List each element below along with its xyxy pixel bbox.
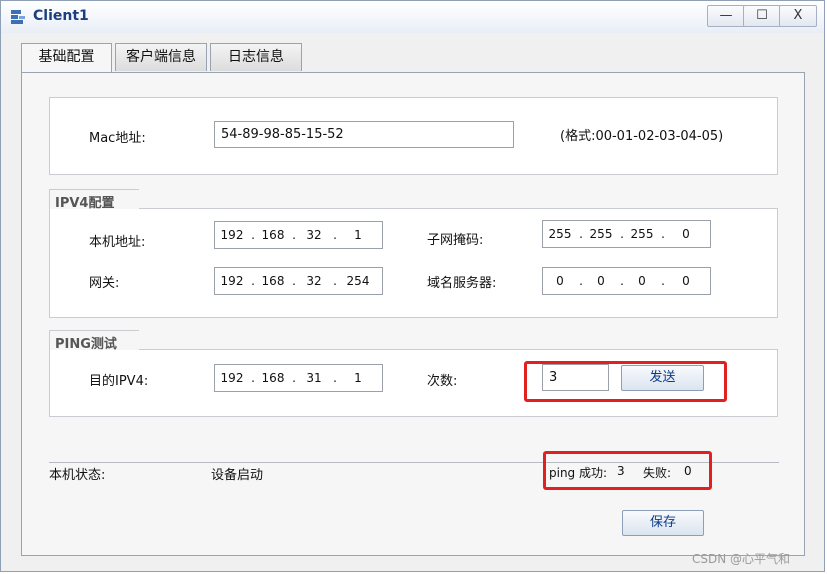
ip-dot: . [661, 227, 665, 241]
ip-dot: . [333, 228, 337, 242]
device-status-label: 本机状态: [49, 468, 106, 483]
basic-config-panel: Mac地址: 54-89-98-85-15-52 (格式:00-01-02-03… [21, 72, 805, 556]
client-window: Client1 — ☐ X 基础配置 客户端信息 日志信息 Mac地址: 54-… [0, 0, 825, 572]
ip-dot: . [579, 274, 583, 288]
ping-fail-count: 0 [684, 464, 692, 478]
ip-octet: 255 [630, 227, 654, 241]
ping-success-label: ping 成功: [549, 466, 608, 480]
ip-dot: . [251, 274, 255, 288]
ping-count-label: 次数: [427, 374, 458, 389]
local-ip-label: 本机地址: [89, 235, 146, 250]
device-status-value: 设备启动 [211, 468, 264, 483]
gateway-label: 网关: [89, 276, 120, 291]
window-title: Client1 [33, 8, 89, 24]
target-ipv4-label: 目的IPV4: [89, 374, 149, 389]
subnet-mask-input[interactable]: 255 . 255 . 255 . 0 [542, 220, 711, 248]
subnet-mask-label: 子网掩码: [427, 233, 484, 248]
save-button[interactable]: 保存 [622, 510, 704, 536]
ip-octet: 255 [589, 227, 613, 241]
dns-input[interactable]: 0 . 0 . 0 . 0 [542, 267, 711, 295]
ip-octet: 168 [261, 274, 285, 288]
ip-octet: 0 [682, 227, 690, 241]
tab-log-info[interactable]: 日志信息 [210, 43, 302, 71]
ip-octet: 168 [261, 228, 285, 242]
ip-octet: 1 [354, 228, 362, 242]
client-app-icon [11, 10, 25, 24]
ip-dot: . [579, 227, 583, 241]
ping-fail-label: 失败: [643, 466, 672, 480]
ip-octet: 32 [306, 228, 322, 242]
ip-dot: . [292, 274, 296, 288]
ip-octet: 192 [220, 274, 244, 288]
target-ipv4-input[interactable]: 192 . 168 . 31 . 1 [214, 364, 383, 392]
ip-octet: 192 [220, 228, 244, 242]
close-button[interactable]: X [779, 5, 817, 27]
title-bar[interactable]: Client1 — ☐ X [1, 1, 824, 33]
gateway-input[interactable]: 192 . 168 . 32 . 254 [214, 267, 383, 295]
ipv4-legend: IPV4配置 [55, 196, 115, 211]
ip-octet: 32 [306, 274, 322, 288]
dns-label: 域名服务器: [427, 276, 497, 291]
ip-dot: . [292, 371, 296, 385]
mac-format-hint: (格式:00-01-02-03-04-05) [560, 129, 724, 144]
mac-label: Mac地址: [89, 131, 146, 146]
ping-legend: PING测试 [55, 337, 117, 352]
minimize-button[interactable]: — [707, 5, 745, 27]
ip-octet: 254 [346, 274, 370, 288]
ip-octet: 0 [638, 274, 646, 288]
local-ip-input[interactable]: 192 . 168 . 32 . 1 [214, 221, 383, 249]
ip-dot: . [333, 371, 337, 385]
ip-dot: . [292, 228, 296, 242]
ip-octet: 192 [220, 371, 244, 385]
ip-octet: 0 [556, 274, 564, 288]
ip-dot: . [251, 228, 255, 242]
send-button[interactable]: 发送 [621, 365, 704, 391]
maximize-button[interactable]: ☐ [743, 5, 781, 27]
tab-basic-config[interactable]: 基础配置 [21, 43, 112, 73]
ip-octet: 0 [682, 274, 690, 288]
ip-octet: 168 [261, 371, 285, 385]
ping-success-count: 3 [617, 464, 625, 478]
ip-octet: 31 [306, 371, 322, 385]
ip-dot: . [620, 274, 624, 288]
ping-count-input[interactable]: 3 [542, 364, 609, 391]
ip-octet: 1 [354, 371, 362, 385]
ip-dot: . [251, 371, 255, 385]
watermark: CSDN @心平气和 [692, 552, 791, 566]
ip-octet: 255 [548, 227, 572, 241]
ip-dot: . [661, 274, 665, 288]
ip-dot: . [620, 227, 624, 241]
tab-client-info[interactable]: 客户端信息 [115, 43, 207, 71]
ip-octet: 0 [597, 274, 605, 288]
mac-input[interactable]: 54-89-98-85-15-52 [214, 121, 514, 148]
ip-dot: . [333, 274, 337, 288]
